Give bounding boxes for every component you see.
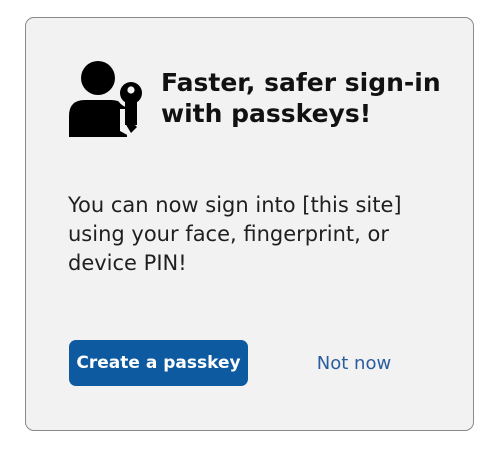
not-now-button[interactable]: Not now <box>302 340 406 386</box>
create-passkey-button[interactable]: Create a passkey <box>69 340 248 386</box>
passkey-dialog: Faster, safer sign-in with passkeys! You… <box>25 17 474 431</box>
dialog-message: You can now sign into [this site] using … <box>68 193 402 275</box>
dialog-header: Faster, safer sign-in with passkeys! <box>69 61 449 141</box>
person-key-icon <box>69 61 145 137</box>
dialog-title: Faster, safer sign-in with passkeys! <box>161 68 441 128</box>
